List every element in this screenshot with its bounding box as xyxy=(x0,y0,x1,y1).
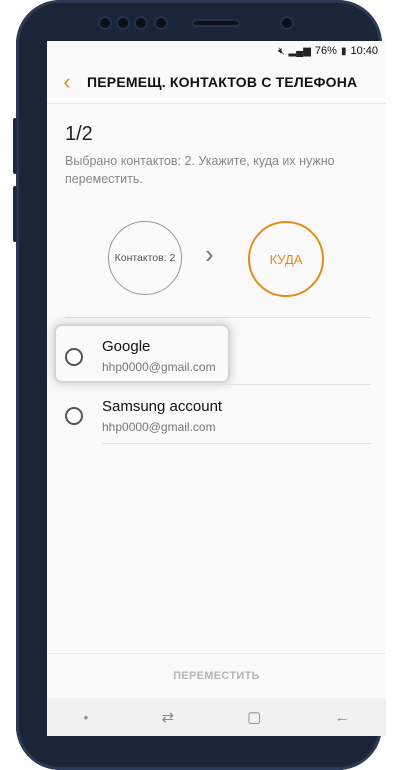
front-camera xyxy=(282,18,292,28)
earpiece xyxy=(194,21,238,25)
target-label: КУДА xyxy=(269,251,303,267)
battery-icon: ▮ xyxy=(340,45,347,57)
sensor-4 xyxy=(156,18,166,28)
phone-top-sensors xyxy=(56,0,342,42)
source-contacts-label: Контактов: 2 xyxy=(114,252,176,264)
move-button-label: ПЕРЕМЕСТИТЬ xyxy=(173,670,260,682)
target-circle: КУДА xyxy=(248,221,324,297)
page-title: ПЕРЕМЕЩ. КОНТАКТОВ С ТЕЛЕФОНА xyxy=(87,74,358,90)
status-bar: 🔇︎ ▂▄▆ 76% ▮ 10:40 xyxy=(47,41,386,61)
nav-back-icon[interactable]: ← xyxy=(334,709,349,726)
chevron-right-icon: › xyxy=(205,239,214,269)
account-name: Samsung account xyxy=(102,398,223,415)
sensor-1 xyxy=(100,18,110,28)
navigation-bar: ● ⇄ ▢ ← xyxy=(47,698,386,736)
step-indicator: 1/2 xyxy=(65,123,93,145)
app-bar: ‹ ПЕРЕМЕЩ. КОНТАКТОВ С ТЕЛЕФОНА xyxy=(47,61,386,104)
radio-samsung[interactable] xyxy=(65,407,83,425)
status-time: 10:40 xyxy=(350,45,378,57)
back-arrow-icon[interactable]: ‹ xyxy=(47,61,87,103)
side-button-left xyxy=(13,118,17,174)
phone-frame: 🔇︎ ▂▄▆ 76% ▮ 10:40 ‹ ПЕРЕМЕЩ. КОНТАКТОВ … xyxy=(13,0,386,770)
account-email: hhp0000@gmail.com xyxy=(102,360,216,374)
sensor-2 xyxy=(118,18,128,28)
screen: 🔇︎ ▂▄▆ 76% ▮ 10:40 ‹ ПЕРЕМЕЩ. КОНТАКТОВ … xyxy=(47,41,386,736)
dot-icon[interactable]: ● xyxy=(84,713,89,722)
mute-icon: 🔇︎ xyxy=(278,45,285,57)
radio-google[interactable] xyxy=(65,348,83,366)
account-email: hhp0000@gmail.com xyxy=(102,420,216,434)
side-button-left-2 xyxy=(13,186,17,242)
signal-icon: ▂▄▆ xyxy=(288,45,311,57)
description-text: Выбрано контактов: 2. Укажите, куда их н… xyxy=(65,154,335,186)
account-item-google[interactable]: Google hhp0000@gmail.com xyxy=(47,329,386,385)
item-divider xyxy=(102,443,371,444)
account-item-samsung[interactable]: Samsung account hhp0000@gmail.com xyxy=(47,388,386,444)
account-name: Google xyxy=(102,338,151,355)
recents-icon[interactable]: ⇄ xyxy=(161,708,174,726)
source-contacts-circle: Контактов: 2 xyxy=(108,221,182,295)
move-button[interactable]: ПЕРЕМЕСТИТЬ xyxy=(47,653,386,698)
item-divider xyxy=(102,384,371,385)
battery-percent: 76% xyxy=(314,45,337,57)
home-icon[interactable]: ▢ xyxy=(247,708,261,726)
section-divider xyxy=(65,317,371,318)
sensor-3 xyxy=(136,18,146,28)
